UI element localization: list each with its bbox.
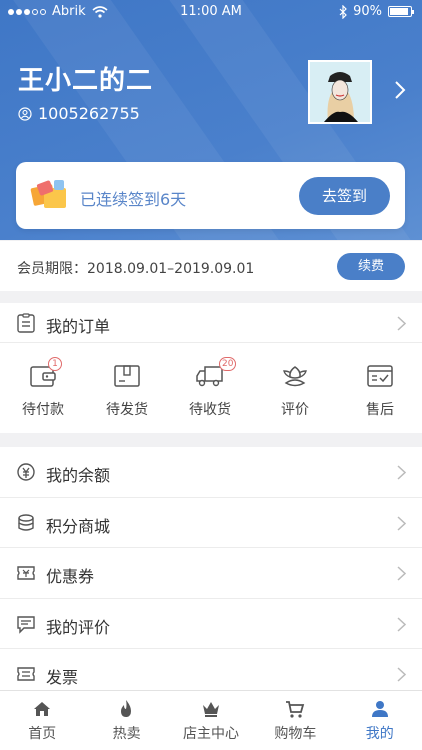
package-icon: [114, 365, 140, 387]
order-item-label: 评价: [281, 402, 309, 418]
user-id-row: 1005262755: [18, 104, 140, 123]
flower-icon: [283, 366, 307, 387]
chevron-right-icon: [397, 617, 406, 632]
order-list-icon: [17, 313, 35, 333]
order-item-review[interactable]: 评价: [255, 351, 335, 427]
points-icon: [18, 513, 34, 531]
crown-icon: [202, 702, 219, 717]
order-badge: 20: [219, 357, 237, 371]
menu-item-coupons[interactable]: 优惠券: [0, 548, 422, 599]
home-icon: [34, 702, 50, 716]
user-id: 1005262755: [38, 104, 140, 123]
chevron-right-icon: [397, 516, 406, 531]
order-status-list: 1 待付款 待发货 20 待收货 评价 售后: [0, 351, 422, 427]
orders-section: 我的订单 1 待付款 待发货 20 待收货 评价 售后: [0, 303, 422, 433]
chevron-right-icon: [397, 316, 406, 331]
tab-hot-sale[interactable]: 热卖: [84, 691, 168, 750]
tab-label: 购物车: [274, 726, 317, 742]
battery-icon: [388, 6, 414, 17]
order-item-pending-receipt[interactable]: 20 待收货: [170, 351, 250, 427]
order-item-label: 待付款: [22, 402, 64, 418]
chevron-right-icon: [397, 566, 406, 581]
tab-cart[interactable]: 购物车: [253, 691, 337, 750]
avatar-illustration: [310, 62, 370, 122]
order-item-pending-payment[interactable]: 1 待付款: [3, 351, 83, 427]
chevron-right-icon: [397, 667, 406, 682]
menu-label: 发票: [46, 668, 79, 688]
orders-title: 我的订单: [46, 317, 111, 336]
sign-in-button[interactable]: 去签到: [299, 177, 390, 215]
profile-chevron-icon[interactable]: [393, 80, 407, 100]
after-sales-icon: [367, 365, 393, 387]
sign-streak-text: 已连续签到6天: [80, 190, 187, 209]
menu-label: 我的评价: [46, 617, 111, 637]
review-icon: [17, 616, 35, 634]
chevron-right-icon: [397, 465, 406, 480]
tab-home[interactable]: 首页: [0, 691, 84, 750]
status-bar: Abrik 11:00 AM 90%: [0, 0, 422, 24]
order-item-pending-shipment[interactable]: 待发货: [87, 351, 167, 427]
tab-shop-owner-center[interactable]: 店主中心: [169, 691, 253, 750]
menu-label: 我的余额: [46, 466, 111, 485]
bluetooth-icon: [339, 4, 347, 19]
order-badge: 1: [48, 357, 62, 371]
status-right: 90%: [339, 4, 414, 19]
menu-item-my-reviews[interactable]: 我的评价: [0, 599, 422, 650]
bottom-tab-bar: 首页 热卖 店主中心 购物车 我的: [0, 690, 422, 750]
membership-row: 会员期限：2018.09.01–2019.09.01 续费: [0, 241, 422, 291]
cart-icon: [286, 701, 305, 718]
order-item-label: 售后: [366, 402, 394, 418]
membership-period: 会员期限：2018.09.01–2019.09.01: [17, 261, 255, 277]
tab-label: 店主中心: [182, 726, 239, 742]
menu-label: 积分商城: [46, 516, 111, 536]
tab-label: 首页: [28, 726, 57, 742]
tab-mine[interactable]: 我的: [338, 691, 422, 750]
user-id-icon: [18, 106, 32, 121]
renew-button[interactable]: 续费: [337, 253, 405, 280]
gift-icon: [30, 180, 66, 208]
menu-label: 优惠券: [46, 567, 95, 587]
tab-label: 我的: [365, 726, 394, 742]
orders-header[interactable]: 我的订单: [0, 303, 422, 343]
user-icon: [371, 701, 388, 717]
avatar[interactable]: [308, 60, 372, 124]
order-item-label: 待发货: [106, 402, 148, 418]
coupon-icon: [17, 566, 35, 580]
flame-icon: [121, 700, 132, 717]
order-item-label: 待收货: [189, 402, 231, 418]
battery-percent: 90%: [353, 4, 382, 19]
account-menu: 我的余额 积分商城 优惠券 我的评价 发票: [0, 447, 422, 700]
sign-in-card: 已连续签到6天 去签到: [16, 162, 405, 229]
balance-icon: [17, 463, 35, 481]
menu-item-balance[interactable]: 我的余额: [0, 447, 422, 498]
menu-item-points-mall[interactable]: 积分商城: [0, 498, 422, 549]
tab-label: 热卖: [112, 726, 141, 742]
order-item-after-sales[interactable]: 售后: [340, 351, 420, 427]
user-name: 王小二的二: [18, 66, 154, 96]
invoice-icon: [17, 667, 35, 682]
